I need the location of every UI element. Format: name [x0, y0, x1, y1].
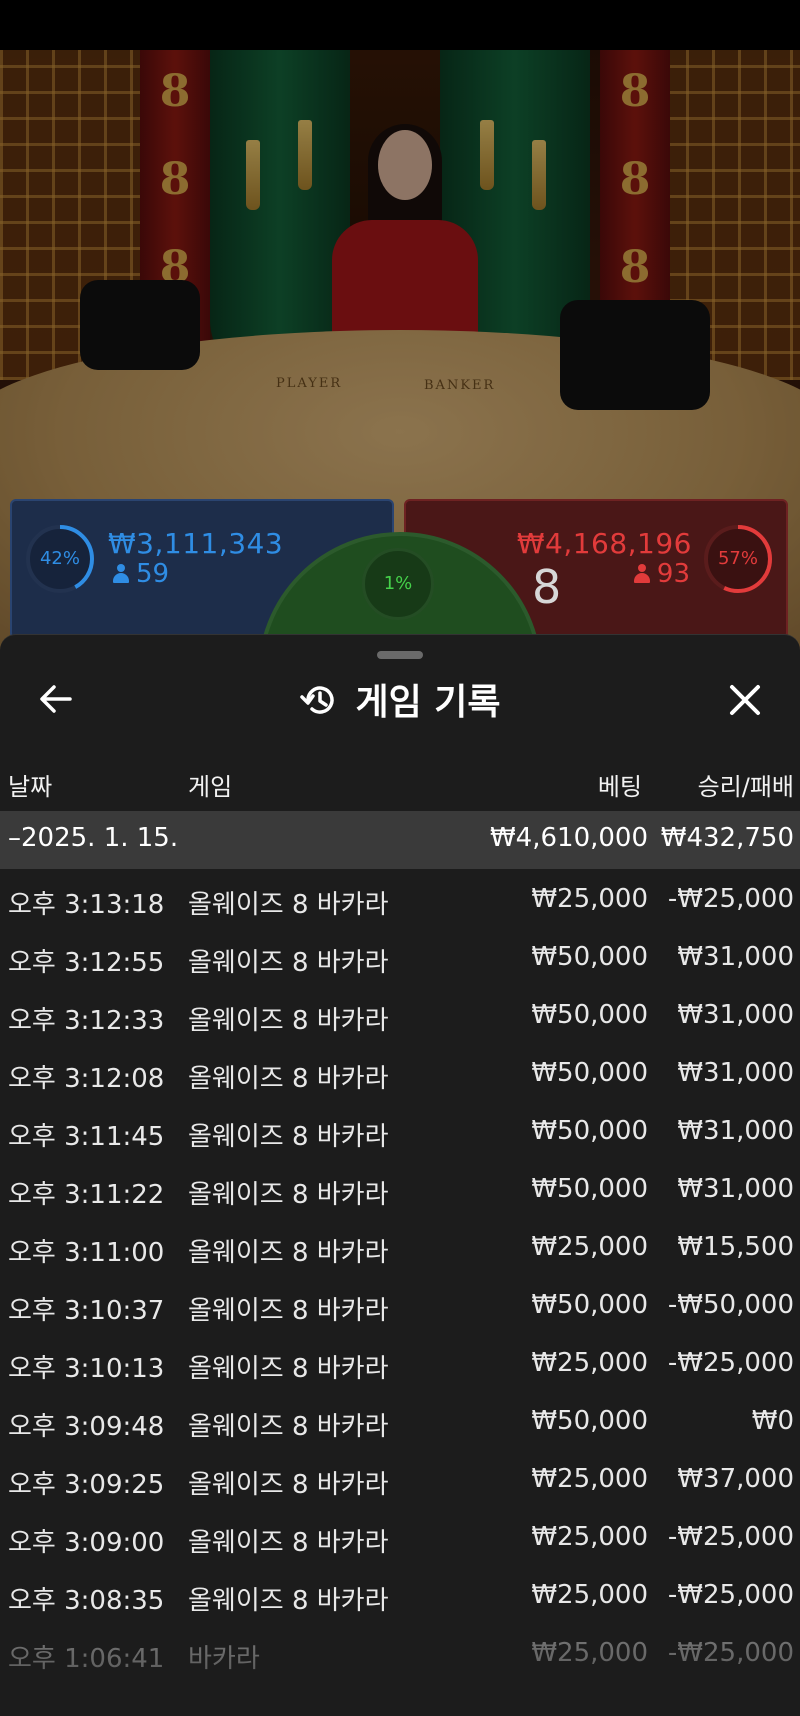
person-icon — [633, 564, 651, 584]
history-row[interactable]: 오후 3:10:13 올웨이즈 8 바카라 ₩25,000 -₩25,000 — [0, 1333, 800, 1391]
row-time: 오후 3:09:00 — [8, 1528, 165, 1558]
column-header-win-loss[interactable]: 승리/패배 — [698, 767, 794, 802]
column-header-date[interactable]: 날짜 — [8, 767, 52, 802]
row-game: 올웨이즈 8 바카라 — [188, 1180, 389, 1210]
column-header-game[interactable]: 게임 — [188, 767, 232, 802]
row-game: 올웨이즈 8 바카라 — [188, 890, 389, 920]
banker-bet-amount: ₩4,168,196 — [516, 527, 692, 560]
row-bet: ₩25,000 — [531, 884, 648, 914]
history-row[interactable]: 오후 3:08:35 올웨이즈 8 바카라 ₩25,000 -₩25,000 — [0, 1565, 800, 1623]
row-time: 오후 3:11:00 — [8, 1238, 165, 1268]
row-game: 올웨이즈 8 바카라 — [188, 1528, 389, 1558]
row-bet: ₩50,000 — [531, 942, 648, 972]
row-bet: ₩50,000 — [531, 1116, 648, 1146]
history-row[interactable]: 오후 3:12:33 올웨이즈 8 바카라 ₩50,000 ₩31,000 — [0, 985, 800, 1043]
row-time: 오후 3:12:33 — [8, 1006, 165, 1036]
row-game: 올웨이즈 8 바카라 — [188, 1412, 389, 1442]
history-row[interactable]: 오후 3:09:25 올웨이즈 8 바카라 ₩25,000 ₩37,000 — [0, 1449, 800, 1507]
row-time: 오후 3:11:45 — [8, 1122, 165, 1152]
history-row[interactable]: 오후 3:12:55 올웨이즈 8 바카라 ₩50,000 ₩31,000 — [0, 927, 800, 985]
row-time: 오후 3:10:37 — [8, 1296, 165, 1326]
row-time: 오후 3:09:25 — [8, 1470, 165, 1500]
close-button[interactable] — [724, 679, 766, 721]
row-game: 바카라 — [188, 1644, 260, 1674]
row-result: -₩50,000 — [667, 1290, 794, 1320]
row-game: 올웨이즈 8 바카라 — [188, 1470, 389, 1500]
row-bet: ₩50,000 — [531, 1000, 648, 1030]
row-result: ₩0 — [751, 1406, 794, 1436]
banker-bettor-count: 93 — [633, 559, 690, 589]
banker-score: 8 — [532, 560, 562, 614]
game-history-sheet: 게임 기록 날짜 게임 베팅 승리/패배 –2025. 1. 15. ₩4,61… — [0, 634, 800, 1716]
banker-percent-ring: 57% — [702, 523, 774, 595]
row-bet: ₩50,000 — [531, 1406, 648, 1436]
row-time: 오후 3:12:55 — [8, 948, 165, 978]
row-game: 올웨이즈 8 바카라 — [188, 1122, 389, 1152]
row-game: 올웨이즈 8 바카라 — [188, 1238, 389, 1268]
date-group-win-total: ₩432,750 — [660, 823, 794, 853]
row-time: 오후 1:06:41 — [8, 1644, 165, 1674]
row-bet: ₩25,000 — [531, 1348, 648, 1378]
player-percent-ring: 42% — [24, 523, 96, 595]
row-time: 오후 3:12:08 — [8, 1064, 165, 1094]
row-result: ₩31,000 — [677, 1174, 794, 1204]
row-time: 오후 3:13:18 — [8, 890, 165, 920]
history-row[interactable]: 오후 1:06:41 바카라 ₩25,000 -₩25,000 — [0, 1623, 800, 1681]
sheet-title: 게임 기록 — [0, 673, 800, 725]
row-bet: ₩25,000 — [531, 1580, 648, 1610]
history-row[interactable]: 오후 3:09:00 올웨이즈 8 바카라 ₩25,000 -₩25,000 — [0, 1507, 800, 1565]
row-bet: ₩50,000 — [531, 1058, 648, 1088]
row-time: 오후 3:10:13 — [8, 1354, 165, 1384]
date-group-bet-total: ₩4,610,000 — [489, 823, 648, 853]
date-group-row[interactable]: –2025. 1. 15. ₩4,610,000 ₩432,750 — [0, 811, 800, 869]
history-row[interactable]: 오후 3:10:37 올웨이즈 8 바카라 ₩50,000 -₩50,000 — [0, 1275, 800, 1333]
player-percent: 42% — [39, 548, 80, 569]
history-row[interactable]: 오후 3:09:48 올웨이즈 8 바카라 ₩50,000 ₩0 — [0, 1391, 800, 1449]
row-game: 올웨이즈 8 바카라 — [188, 1354, 389, 1384]
row-result: ₩31,000 — [677, 1000, 794, 1030]
tie-percent-ring: 1% — [362, 548, 434, 620]
row-game: 올웨이즈 8 바카라 — [188, 1064, 389, 1094]
row-bet: ₩25,000 — [531, 1638, 648, 1668]
tie-percent: 1% — [383, 573, 413, 594]
date-group-date: –2025. 1. 15. — [8, 823, 179, 853]
row-game: 올웨이즈 8 바카라 — [188, 1586, 389, 1616]
column-header-bet[interactable]: 베팅 — [598, 767, 642, 802]
row-bet: ₩25,000 — [531, 1464, 648, 1494]
row-bet: ₩25,000 — [531, 1232, 648, 1262]
person-icon — [112, 564, 130, 584]
history-list: 오후 3:13:18 올웨이즈 8 바카라 ₩25,000 -₩25,000 오… — [0, 869, 800, 1681]
row-result: ₩37,000 — [677, 1464, 794, 1494]
row-bet: ₩50,000 — [531, 1290, 648, 1320]
row-result: -₩25,000 — [667, 884, 794, 914]
close-icon — [730, 685, 760, 715]
row-result: ₩15,500 — [677, 1232, 794, 1262]
row-result: ₩31,000 — [677, 942, 794, 972]
row-result: -₩25,000 — [667, 1522, 794, 1552]
row-bet: ₩50,000 — [531, 1174, 648, 1204]
status-bar — [0, 0, 800, 50]
history-icon — [300, 686, 335, 714]
row-time: 오후 3:11:22 — [8, 1180, 165, 1210]
row-bet: ₩25,000 — [531, 1522, 648, 1552]
row-time: 오후 3:09:48 — [8, 1412, 165, 1442]
history-row[interactable]: 오후 3:13:18 올웨이즈 8 바카라 ₩25,000 -₩25,000 — [0, 869, 800, 927]
row-game: 올웨이즈 8 바카라 — [188, 1296, 389, 1326]
banker-percent: 57% — [717, 548, 758, 569]
player-bettor-count: 59 — [112, 559, 169, 589]
history-row[interactable]: 오후 3:11:22 올웨이즈 8 바카라 ₩50,000 ₩31,000 — [0, 1159, 800, 1217]
sheet-drag-handle[interactable] — [377, 651, 423, 659]
row-game: 올웨이즈 8 바카라 — [188, 948, 389, 978]
row-result: ₩31,000 — [677, 1116, 794, 1146]
row-game: 올웨이즈 8 바카라 — [188, 1006, 389, 1036]
row-result: -₩25,000 — [667, 1580, 794, 1610]
history-row[interactable]: 오후 3:12:08 올웨이즈 8 바카라 ₩50,000 ₩31,000 — [0, 1043, 800, 1101]
row-time: 오후 3:08:35 — [8, 1586, 165, 1616]
player-bet-amount: ₩3,111,343 — [108, 527, 284, 560]
history-row[interactable]: 오후 3:11:00 올웨이즈 8 바카라 ₩25,000 ₩15,500 — [0, 1217, 800, 1275]
history-row[interactable]: 오후 3:11:45 올웨이즈 8 바카라 ₩50,000 ₩31,000 — [0, 1101, 800, 1159]
row-result: -₩25,000 — [667, 1348, 794, 1378]
row-result: ₩31,000 — [677, 1058, 794, 1088]
row-result: -₩25,000 — [667, 1638, 794, 1668]
